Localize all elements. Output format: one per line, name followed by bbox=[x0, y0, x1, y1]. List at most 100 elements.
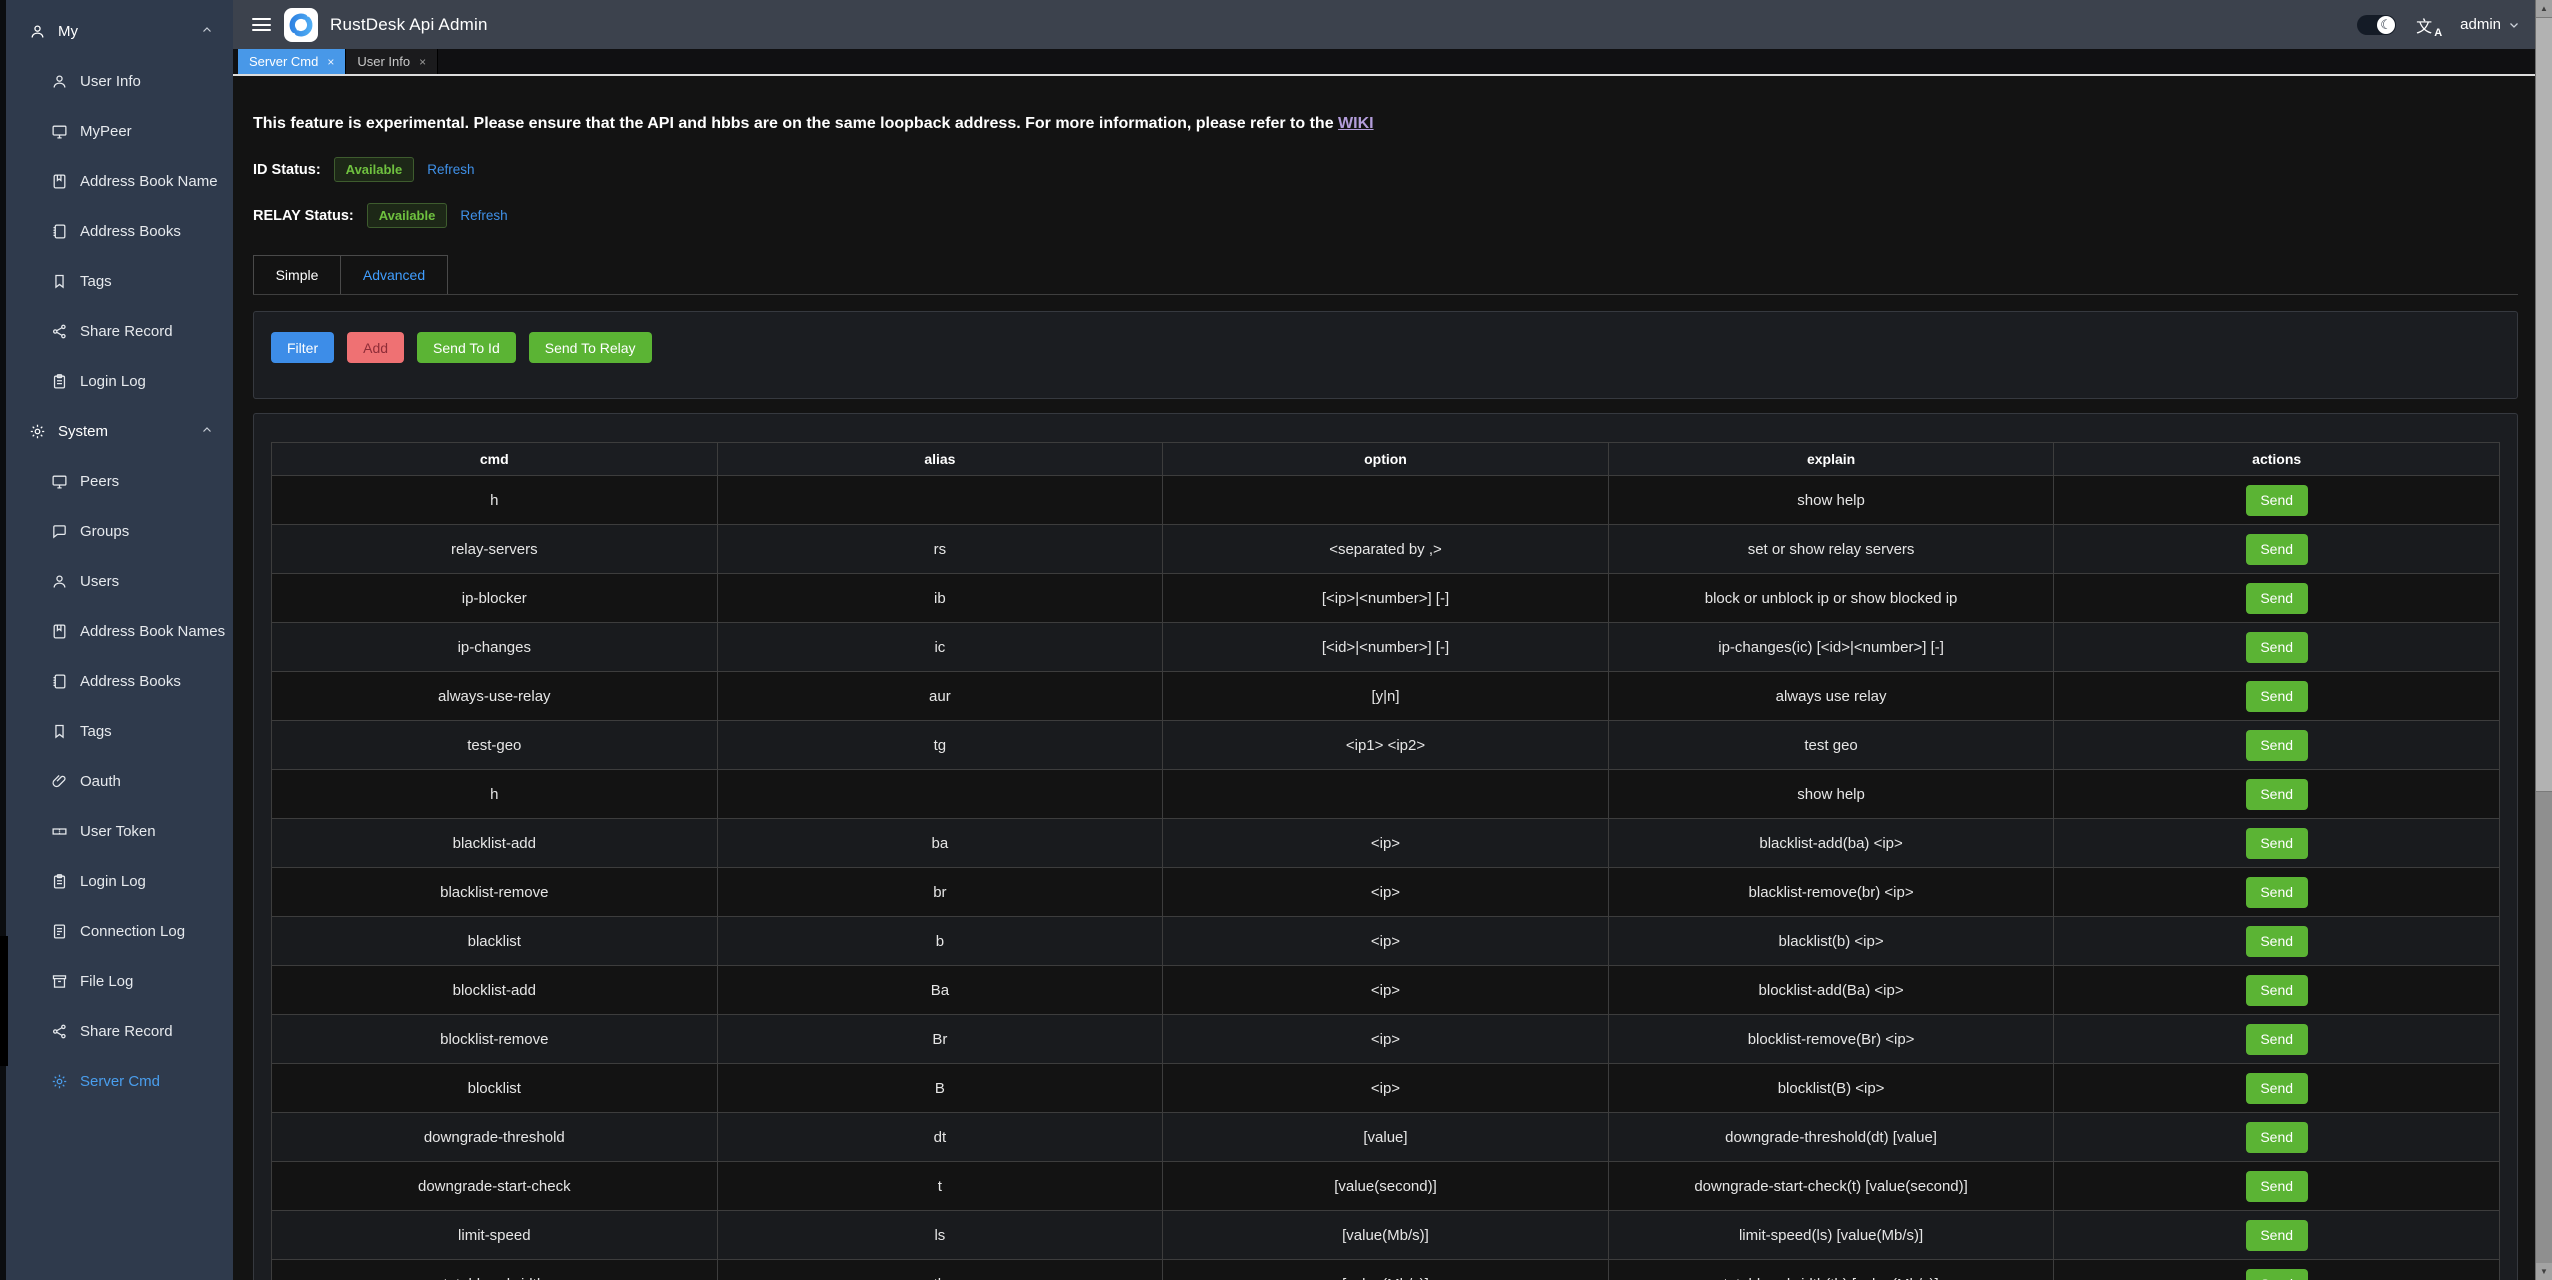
send-button[interactable]: Send bbox=[2246, 632, 2308, 663]
user-icon bbox=[28, 22, 46, 40]
sidebar-item-user-info[interactable]: User Info bbox=[6, 56, 233, 106]
send-button[interactable]: Send bbox=[2246, 730, 2308, 761]
send-button[interactable]: Send bbox=[2246, 681, 2308, 712]
relay-refresh-link[interactable]: Refresh bbox=[460, 208, 507, 223]
sidebar-item-address-books[interactable]: Address Books bbox=[6, 656, 233, 706]
tab-advanced[interactable]: Advanced bbox=[341, 255, 448, 294]
sidebar-item-label: Address Books bbox=[80, 673, 181, 690]
sidebar-item-login-log[interactable]: Login Log bbox=[6, 356, 233, 406]
table-row: hshow helpSend bbox=[272, 770, 2500, 819]
toolbar: Filter Add Send To Id Send To Relay bbox=[253, 311, 2518, 399]
sidebar-item-file-log[interactable]: File Log bbox=[6, 956, 233, 1006]
scroll-up-arrow-icon[interactable]: ▲ bbox=[2536, 0, 2552, 17]
cell-actions: Send bbox=[2054, 966, 2500, 1015]
send-to-relay-button[interactable]: Send To Relay bbox=[529, 332, 652, 363]
send-button[interactable]: Send bbox=[2246, 926, 2308, 957]
send-button[interactable]: Send bbox=[2246, 1073, 2308, 1104]
id-refresh-link[interactable]: Refresh bbox=[427, 162, 474, 177]
send-button[interactable]: Send bbox=[2246, 975, 2308, 1006]
tab-simple[interactable]: Simple bbox=[253, 255, 341, 294]
sidebar-item-address-books[interactable]: Address Books bbox=[6, 206, 233, 256]
sidebar-item-tags[interactable]: Tags bbox=[6, 706, 233, 756]
sidebar-item-address-book-names[interactable]: Address Book Names bbox=[6, 606, 233, 656]
wiki-link[interactable]: WIKI bbox=[1338, 115, 1374, 132]
table-row: downgrade-start-checkt[value(second)]dow… bbox=[272, 1162, 2500, 1211]
scroll-down-arrow-icon[interactable]: ▼ bbox=[2536, 1263, 2552, 1280]
cell-alias: B bbox=[717, 1064, 1163, 1113]
table-row: total-bandwidthtb[value(Mb/s)]total-band… bbox=[272, 1260, 2500, 1280]
send-button[interactable]: Send bbox=[2246, 828, 2308, 859]
send-button[interactable]: Send bbox=[2246, 1171, 2308, 1202]
send-button[interactable]: Send bbox=[2246, 877, 2308, 908]
content-area: This feature is experimental. Please ens… bbox=[233, 76, 2535, 1280]
sidebar-item-tags[interactable]: Tags bbox=[6, 256, 233, 306]
cell-alias: aur bbox=[717, 672, 1163, 721]
theme-toggle[interactable]: ☾ bbox=[2357, 15, 2396, 35]
cell-explain: blocklist(B) <ip> bbox=[1608, 1064, 2054, 1113]
cell-actions: Send bbox=[2054, 1113, 2500, 1162]
cell-option: [<ip>|<number>] [-] bbox=[1163, 574, 1609, 623]
sidebar-section-system[interactable]: System bbox=[6, 406, 233, 456]
main-column: RustDesk Api Admin ☾ 文A admin Server Cmd… bbox=[233, 0, 2535, 1280]
relay-status-label: RELAY Status: bbox=[253, 208, 354, 224]
cell-cmd: test-geo bbox=[272, 721, 718, 770]
send-button[interactable]: Send bbox=[2246, 1220, 2308, 1251]
cell-alias: t bbox=[717, 1162, 1163, 1211]
send-button[interactable]: Send bbox=[2246, 1122, 2308, 1153]
sidebar-item-server-cmd[interactable]: Server Cmd bbox=[6, 1056, 233, 1106]
bookmark-icon bbox=[50, 722, 68, 740]
sidebar-item-share-record[interactable]: Share Record bbox=[6, 1006, 233, 1056]
cell-cmd: blocklist bbox=[272, 1064, 718, 1113]
sidebar-item-user-token[interactable]: User Token bbox=[6, 806, 233, 856]
sidebar-item-oauth[interactable]: Oauth bbox=[6, 756, 233, 806]
sidebar-item-peers[interactable]: Peers bbox=[6, 456, 233, 506]
send-button[interactable]: Send bbox=[2246, 583, 2308, 614]
sidebar-item-users[interactable]: Users bbox=[6, 556, 233, 606]
tab-close-icon[interactable]: × bbox=[327, 56, 334, 68]
sidebar-item-mypeer[interactable]: MyPeer bbox=[6, 106, 233, 156]
send-to-id-button[interactable]: Send To Id bbox=[417, 332, 516, 363]
sidebar-section-my[interactable]: My bbox=[6, 6, 233, 56]
window-scrollbar-thumb[interactable] bbox=[2536, 17, 2552, 792]
table-row: always-use-relayaur[y|n]always use relay… bbox=[272, 672, 2500, 721]
cell-actions: Send bbox=[2054, 574, 2500, 623]
sidebar-item-login-log[interactable]: Login Log bbox=[6, 856, 233, 906]
sidebar-item-label: MyPeer bbox=[80, 123, 132, 140]
sidebar: MyUser InfoMyPeerAddress Book NameAddres… bbox=[6, 0, 233, 1280]
cell-cmd: relay-servers bbox=[272, 525, 718, 574]
table-row: ip-changesic[<id>|<number>] [-]ip-change… bbox=[272, 623, 2500, 672]
warning-text: This feature is experimental. Please ens… bbox=[253, 115, 1338, 132]
cell-explain: set or show relay servers bbox=[1608, 525, 2054, 574]
tab-user-info[interactable]: User Info× bbox=[346, 49, 438, 74]
cell-alias bbox=[717, 770, 1163, 819]
window-scrollbar[interactable]: ▲ ▼ bbox=[2535, 0, 2552, 1280]
filter-button[interactable]: Filter bbox=[271, 332, 334, 363]
cell-cmd: ip-changes bbox=[272, 623, 718, 672]
user-name: admin bbox=[2460, 16, 2501, 33]
sidebar-item-address-book-name[interactable]: Address Book Name bbox=[6, 156, 233, 206]
language-switch-icon[interactable]: 文A bbox=[2416, 13, 2440, 37]
cell-option bbox=[1163, 476, 1609, 525]
sidebar-item-share-record[interactable]: Share Record bbox=[6, 306, 233, 356]
sidebar-item-label: Address Book Names bbox=[80, 623, 225, 640]
sidebar-scrollbar[interactable] bbox=[0, 0, 6, 1280]
tab-close-icon[interactable]: × bbox=[419, 56, 426, 68]
cell-cmd: h bbox=[272, 770, 718, 819]
chevron-down-icon bbox=[2508, 19, 2520, 31]
sidebar-scrollbar-thumb[interactable] bbox=[0, 936, 8, 1066]
user-menu[interactable]: admin bbox=[2460, 16, 2520, 33]
cell-actions: Send bbox=[2054, 672, 2500, 721]
send-button[interactable]: Send bbox=[2246, 779, 2308, 810]
tab-server-cmd[interactable]: Server Cmd× bbox=[238, 49, 346, 74]
bookmark-icon bbox=[50, 272, 68, 290]
sidebar-item-groups[interactable]: Groups bbox=[6, 506, 233, 556]
add-button[interactable]: Add bbox=[347, 332, 404, 363]
sidebar-item-connection-log[interactable]: Connection Log bbox=[6, 906, 233, 956]
table-row: hshow helpSend bbox=[272, 476, 2500, 525]
send-button[interactable]: Send bbox=[2246, 485, 2308, 516]
send-button[interactable]: Send bbox=[2246, 1024, 2308, 1055]
menu-toggle-icon[interactable] bbox=[252, 18, 271, 31]
send-button[interactable]: Send bbox=[2246, 1269, 2308, 1280]
send-button[interactable]: Send bbox=[2246, 534, 2308, 565]
cell-cmd: blocklist-add bbox=[272, 966, 718, 1015]
